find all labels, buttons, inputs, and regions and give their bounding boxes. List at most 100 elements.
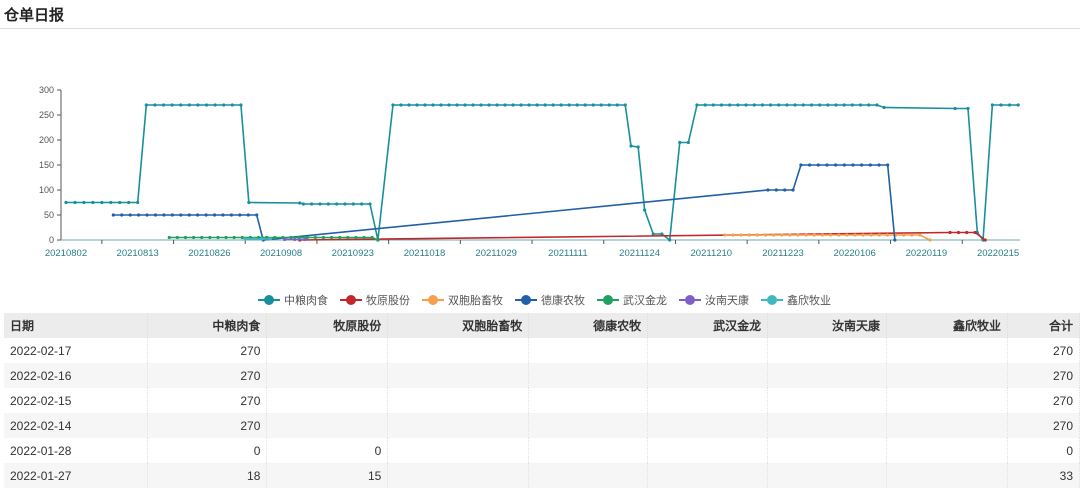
table-cell xyxy=(266,413,389,438)
data-point xyxy=(882,105,886,110)
data-point xyxy=(346,235,350,240)
legend-item[interactable]: 鑫欣牧业 xyxy=(761,292,831,308)
table-cell xyxy=(647,438,769,463)
data-point xyxy=(229,213,234,217)
column-header[interactable]: 合计 xyxy=(1007,313,1080,338)
data-point xyxy=(91,200,95,205)
data-point xyxy=(303,237,307,242)
data-point xyxy=(599,103,603,107)
table-cell xyxy=(886,438,1008,463)
data-point xyxy=(162,213,166,217)
data-point xyxy=(230,103,234,107)
column-header[interactable]: 汝南天康 xyxy=(767,313,888,338)
column-header[interactable]: 中粮肉食 xyxy=(147,313,268,338)
legend-marker-icon xyxy=(761,295,783,305)
data-point xyxy=(678,140,682,145)
table-cell xyxy=(387,438,530,463)
data-point xyxy=(329,235,334,240)
data-point xyxy=(376,238,380,242)
data-point xyxy=(772,233,776,237)
x-tick-label: 20220119 xyxy=(906,248,948,259)
data-point xyxy=(744,103,748,107)
data-point xyxy=(763,233,768,237)
data-point xyxy=(368,202,372,206)
legend-label: 中粮肉食 xyxy=(284,295,328,307)
table-cell: 0 xyxy=(147,438,268,463)
data-point xyxy=(886,163,890,167)
data-point xyxy=(360,202,364,206)
data-point xyxy=(128,213,132,217)
legend-item[interactable]: 武汉金龙 xyxy=(597,292,667,308)
column-header[interactable]: 鑫欣牧业 xyxy=(886,313,1008,338)
data-point xyxy=(289,235,293,240)
table-cell: 15 xyxy=(266,463,389,488)
column-header[interactable]: 牧原股份 xyxy=(266,313,389,338)
column-header[interactable]: 德康农牧 xyxy=(528,313,649,338)
data-point xyxy=(768,103,773,107)
data-point xyxy=(310,202,314,206)
data-point xyxy=(559,103,563,107)
data-point xyxy=(783,188,787,192)
data-point xyxy=(73,200,77,205)
legend-item[interactable]: 德康农牧 xyxy=(515,292,585,308)
legend-marker-icon xyxy=(515,295,537,305)
table-cell xyxy=(647,413,769,438)
table-cell: 2022-02-17 xyxy=(4,338,149,363)
data-point xyxy=(431,103,435,107)
table-cell xyxy=(528,388,649,413)
data-point xyxy=(860,163,864,167)
series-3 xyxy=(111,163,897,242)
table-cell: 33 xyxy=(1007,463,1080,488)
data-point xyxy=(1016,103,1020,107)
legend-label: 牧原股份 xyxy=(366,295,410,307)
y-tick-label: 200 xyxy=(39,135,54,145)
table-cell: 2022-02-15 xyxy=(4,388,149,413)
data-point xyxy=(668,238,672,242)
data-point xyxy=(255,213,259,217)
x-tick-label: 20210802 xyxy=(45,248,87,259)
legend-marker-icon xyxy=(597,295,619,305)
column-header[interactable]: 双胞胎畜牧 xyxy=(387,313,530,338)
data-point xyxy=(711,103,715,107)
data-point xyxy=(64,200,68,205)
data-point xyxy=(868,163,872,167)
series-line xyxy=(299,231,986,241)
table-cell xyxy=(266,338,389,363)
data-point xyxy=(867,103,871,107)
table-cell xyxy=(528,438,649,463)
x-tick-label: 20210908 xyxy=(260,248,302,259)
legend-item[interactable]: 中粮肉食 xyxy=(258,292,328,308)
data-point xyxy=(723,233,727,237)
data-point xyxy=(956,230,961,235)
legend-label: 武汉金龙 xyxy=(623,295,667,307)
data-point xyxy=(973,230,977,235)
data-point xyxy=(818,103,822,107)
data-point xyxy=(183,235,188,240)
table-row: 2022-02-15 270 270 xyxy=(4,388,1080,413)
data-point xyxy=(370,235,374,240)
data-point xyxy=(161,103,166,107)
data-point xyxy=(703,103,707,107)
data-point xyxy=(82,200,86,205)
data-point xyxy=(791,188,795,192)
data-point xyxy=(240,235,244,240)
legend-item[interactable]: 双胞胎畜牧 xyxy=(422,292,503,308)
column-header[interactable]: 武汉金龙 xyxy=(647,313,769,338)
data-point xyxy=(760,103,765,107)
legend-item[interactable]: 牧原股份 xyxy=(340,292,410,308)
x-tick-label: 20211223 xyxy=(762,248,804,259)
data-point xyxy=(869,233,873,237)
data-point xyxy=(990,103,994,107)
data-point xyxy=(918,233,922,237)
table-cell xyxy=(647,388,769,413)
table-cell xyxy=(886,338,1008,363)
data-point xyxy=(825,163,829,167)
x-tick-label: 20211124 xyxy=(619,248,660,259)
data-point xyxy=(137,213,141,217)
data-point xyxy=(216,235,220,240)
legend-item[interactable]: 汝南天康 xyxy=(679,292,749,308)
column-header[interactable]: 日期 xyxy=(4,313,149,338)
series-line xyxy=(113,164,896,241)
table-cell: 0 xyxy=(266,438,389,463)
data-point xyxy=(837,233,841,237)
